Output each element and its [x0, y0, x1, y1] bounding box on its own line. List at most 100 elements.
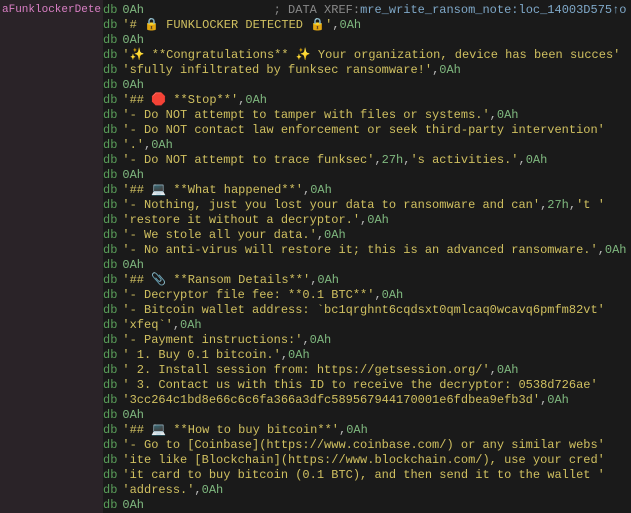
- number-literal: 0Ah: [122, 498, 144, 513]
- string-literal: '- Payment instructions:': [122, 333, 302, 348]
- xref-comment: ; DATA XREF:: [274, 3, 360, 18]
- code-line[interactable]: db ' 3. Contact us with this ID to receiv…: [103, 378, 631, 393]
- db-directive: db: [103, 393, 117, 408]
- code-line[interactable]: db'- Bitcoin wallet address: `bc1qrghnt6…: [103, 303, 631, 318]
- string-literal: 's activities.': [410, 153, 518, 168]
- number-literal: 0Ah: [151, 138, 173, 153]
- separator: ,: [332, 18, 339, 33]
- code-line[interactable]: db'ite like [Blockchain](https://www.blo…: [103, 453, 631, 468]
- code-line[interactable]: db0Ah: [103, 33, 631, 48]
- code-line[interactable]: db0Ah: [103, 498, 631, 513]
- code-line[interactable]: db'✨ **Congratulations** ✨ Your organiza…: [103, 48, 631, 63]
- db-directive: db: [103, 18, 117, 33]
- string-literal: '- We stole all your data.': [122, 228, 316, 243]
- number-literal: 0Ah: [288, 348, 310, 363]
- db-directive: db: [103, 288, 117, 303]
- number-literal: 0Ah: [367, 213, 389, 228]
- db-directive: db: [103, 483, 117, 498]
- separator: ,: [569, 198, 576, 213]
- code-line[interactable]: db'# 🔒 FUNKLOCKER DETECTED 🔒',0Ah: [103, 18, 631, 33]
- padding: [144, 3, 274, 18]
- symbol-label[interactable]: aFunklockerDete: [0, 3, 103, 18]
- code-line[interactable]: db'- No anti-virus will restore it; this…: [103, 243, 631, 258]
- string-literal: '- Go to [Coinbase](https://www.coinbase…: [122, 438, 604, 453]
- db-directive: db: [103, 63, 117, 78]
- string-literal: '- Nothing, just you lost your data to r…: [122, 198, 540, 213]
- separator: ,: [302, 333, 309, 348]
- db-directive: db: [103, 243, 117, 258]
- code-line[interactable]: db'.',0Ah: [103, 138, 631, 153]
- code-line[interactable]: db'xfeq`',0Ah: [103, 318, 631, 333]
- string-literal: 't ': [576, 198, 605, 213]
- code-line[interactable]: db'- Do NOT attempt to tamper with files…: [103, 108, 631, 123]
- string-literal: 'sfully infiltrated by funksec ransomwar…: [122, 63, 432, 78]
- db-directive: db: [103, 33, 117, 48]
- separator: ,: [519, 153, 526, 168]
- db-directive: db: [103, 408, 117, 423]
- separator: ,: [360, 213, 367, 228]
- separator: ,: [310, 273, 317, 288]
- code-line[interactable]: db'- We stole all your data.',0Ah: [103, 228, 631, 243]
- code-line[interactable]: db 'address.',0Ah: [103, 483, 631, 498]
- db-directive: db: [103, 78, 117, 93]
- code-line[interactable]: db '3cc264c1bd8e66c6c6fa366a3dfc589567944…: [103, 393, 631, 408]
- number-literal: 0Ah: [122, 408, 144, 423]
- code-line[interactable]: db0Ah: [103, 78, 631, 93]
- db-directive: db: [103, 258, 117, 273]
- code-line[interactable]: db'- Do NOT attempt to trace funksec',27…: [103, 153, 631, 168]
- db-directive: db: [103, 168, 117, 183]
- separator: ,: [281, 348, 288, 363]
- string-literal: '3cc264c1bd8e66c6c6fa366a3dfc58956794417…: [122, 393, 540, 408]
- number-literal: 0Ah: [122, 168, 144, 183]
- string-literal: '.': [122, 138, 144, 153]
- number-literal: 0Ah: [382, 288, 404, 303]
- separator: ,: [144, 138, 151, 153]
- code-line[interactable]: db' 2. Install session from: https://get…: [103, 363, 631, 378]
- code-line[interactable]: db'## 🛑 **Stop**',0Ah: [103, 93, 631, 108]
- separator: ,: [194, 483, 201, 498]
- code-line[interactable]: db0Ah ; DATA XREF: mre_write_ransom_note…: [103, 3, 631, 18]
- code-line[interactable]: db 0Ah: [103, 168, 631, 183]
- code-line[interactable]: db' 1. Buy 0.1 bitcoin.',0Ah: [103, 348, 631, 363]
- separator: ,: [339, 423, 346, 438]
- code-column[interactable]: db 0Ah ; DATA XREF: mre_write_ransom_note…: [103, 0, 631, 513]
- number-literal: 0Ah: [497, 108, 519, 123]
- code-line[interactable]: db 0Ah: [103, 408, 631, 423]
- string-literal: ' 3. Contact us with this ID to receive …: [122, 378, 597, 393]
- db-directive: db: [103, 108, 117, 123]
- db-directive: db: [103, 378, 117, 393]
- number-literal: 27h: [547, 198, 569, 213]
- number-literal: 0Ah: [439, 63, 461, 78]
- code-line[interactable]: db'## 💻 **How to buy bitcoin**',0Ah: [103, 423, 631, 438]
- string-literal: 'restore it without a decryptor.': [122, 213, 360, 228]
- code-line[interactable]: db'## 📎 **Ransom Details**',0Ah: [103, 273, 631, 288]
- separator: ,: [374, 288, 381, 303]
- code-line[interactable]: db'- Nothing, just you lost your data to…: [103, 198, 631, 213]
- disassembly-view: aFunklockerDete db 0Ah ; DATA XREF: mre_w…: [0, 0, 631, 513]
- number-literal: 0Ah: [310, 183, 332, 198]
- separator: ,: [238, 93, 245, 108]
- number-literal: 0Ah: [202, 483, 224, 498]
- string-literal: 'address.': [122, 483, 194, 498]
- xref-location[interactable]: mre_write_ransom_note:loc_14003D575↑o: [360, 3, 626, 18]
- code-line[interactable]: db'restore it without a decryptor.',0Ah: [103, 213, 631, 228]
- number-literal: 0Ah: [122, 258, 144, 273]
- number-literal: 0Ah: [122, 3, 144, 18]
- code-line[interactable]: db'it card to buy bitcoin (0.1 BTC), and…: [103, 468, 631, 483]
- number-literal: 0Ah: [317, 273, 339, 288]
- separator: ,: [374, 153, 381, 168]
- code-line[interactable]: db'- Decryptor file fee: **0.1 BTC**',0A…: [103, 288, 631, 303]
- separator: ,: [317, 228, 324, 243]
- code-line[interactable]: db 0Ah: [103, 258, 631, 273]
- db-directive: db: [103, 438, 117, 453]
- db-directive: db: [103, 153, 117, 168]
- code-line[interactable]: db'## 💻 **What happened**',0Ah: [103, 183, 631, 198]
- label-column: aFunklockerDete: [0, 0, 103, 513]
- code-line[interactable]: db '- Go to [Coinbase](https://www.coinba…: [103, 438, 631, 453]
- db-directive: db: [103, 468, 117, 483]
- db-directive: db: [103, 93, 117, 108]
- string-literal: '## 💻 **What happened**': [122, 183, 303, 198]
- code-line[interactable]: db 'sfully infiltrated by funksec ransomw…: [103, 63, 631, 78]
- code-line[interactable]: db'- Do NOT contact law enforcement or s…: [103, 123, 631, 138]
- code-line[interactable]: db'- Payment instructions:',0Ah: [103, 333, 631, 348]
